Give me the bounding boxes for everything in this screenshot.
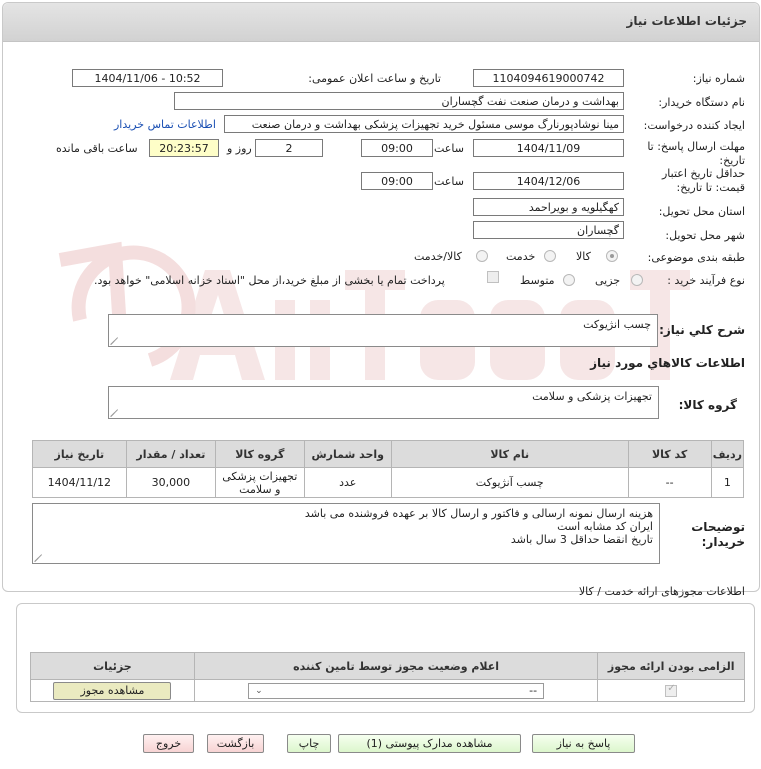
validity-time-field: 09:00 xyxy=(361,172,433,190)
need-number-field: 1104094619000742 xyxy=(473,69,624,87)
category-option-service: خدمت xyxy=(506,250,536,263)
need-number-label: شماره نیاز: xyxy=(692,72,745,85)
reply-deadline-label-2: تاریخ: xyxy=(719,154,745,167)
cell-row: 1 xyxy=(710,467,745,498)
permits-title: اطلاعات مجوزهای ارائه خدمت / کالا xyxy=(578,585,745,598)
buyer-notes-label-1: توضیحات xyxy=(691,520,745,534)
cell-details: مشاهده مجوز xyxy=(30,679,195,702)
process-type-label: نوع فرآیند خرید : xyxy=(667,274,745,287)
province-label: استان محل تحویل: xyxy=(658,205,745,218)
announce-label: تاریخ و ساعت اعلان عمومی: xyxy=(308,72,441,85)
permit-required-checkbox: ✓ xyxy=(665,683,678,697)
panel-header: جزئیات اطلاعات نیاز xyxy=(3,3,759,42)
back-button[interactable]: بازگشت xyxy=(207,734,264,753)
col-goods-code: کد کالا xyxy=(627,440,712,468)
days-count-field: 2 xyxy=(255,139,323,157)
treasury-payment-checkbox[interactable] xyxy=(487,271,499,283)
cell-goods-code: -- xyxy=(627,467,712,498)
reply-time-label: ساعت xyxy=(434,142,464,155)
panel-title: جزئیات اطلاعات نیاز xyxy=(626,14,747,28)
cell-quantity: 30,000 xyxy=(125,467,217,498)
view-permit-button[interactable]: مشاهده مجوز xyxy=(53,681,172,700)
permit-status-value: -- xyxy=(529,683,538,697)
exit-button[interactable]: خروج xyxy=(143,734,194,753)
category-option-goods-service: کالا/خدمت xyxy=(414,250,462,263)
col-quantity: تعداد / مقدار xyxy=(125,440,217,468)
cell-unit: عدد xyxy=(303,467,392,498)
table-row: مشاهده مجوز -- ⌄ ✓ xyxy=(30,679,745,702)
chevron-down-icon: ⌄ xyxy=(255,685,263,696)
validity-date-field: 1404/12/06 xyxy=(473,172,624,190)
reply-deadline-label-1: مهلت ارسال پاسخ: تا xyxy=(647,140,745,153)
col-need-date: تاریخ نیاز xyxy=(32,440,127,468)
col-goods-group: گروه کالا xyxy=(215,440,305,468)
col-permit-status: اعلام وضعیت مجوز توسط تامین کننده xyxy=(193,652,599,680)
items-table: تاریخ نیاز تعداد / مقدار گروه کالا واحد … xyxy=(32,440,745,498)
goods-group-text: تجهیزات پزشکی و سلامت xyxy=(532,390,652,403)
buyer-notes-textarea[interactable]: هزینه ارسال نمونه ارسالی و فاکتور و ارسا… xyxy=(32,503,660,564)
resize-handle-icon[interactable] xyxy=(35,554,43,562)
days-label: روز و xyxy=(227,142,252,155)
process-radio-minor[interactable] xyxy=(631,274,643,286)
category-radio-goods[interactable] xyxy=(606,250,618,262)
validity-label-2: قیمت: تا تاریخ: xyxy=(676,181,745,194)
col-permit-required: الزامی بودن ارائه مجوز xyxy=(597,652,745,680)
resize-handle-icon[interactable] xyxy=(111,409,119,417)
table-row[interactable]: 1404/11/12 30,000 تجهیزات پزشکی و سلامت … xyxy=(32,467,745,498)
remaining-label: ساعت باقی مانده xyxy=(56,142,138,155)
print-button[interactable]: چاپ xyxy=(287,734,331,753)
view-attachments-button[interactable]: مشاهده مدارک پیوستی (1) xyxy=(338,734,521,753)
city-label: شهر محل تحویل: xyxy=(665,229,745,242)
goods-group-textarea[interactable]: تجهیزات پزشکی و سلامت xyxy=(108,386,659,419)
col-unit: واحد شمارش xyxy=(303,440,392,468)
category-option-goods: کالا xyxy=(576,250,591,263)
reply-time-field: 09:00 xyxy=(361,139,433,157)
buyer-note-line: تاریخ انقضا حداقل 3 سال باشد xyxy=(510,533,653,546)
cell-goods-group: تجهیزات پزشکی و سلامت xyxy=(215,467,305,498)
buyer-note-line: ایران کد مشابه است xyxy=(557,520,653,533)
col-row: ردیف xyxy=(710,440,745,468)
buyer-note-line: هزینه ارسال نمونه ارسالی و فاکتور و ارسا… xyxy=(304,507,653,520)
cell-goods-name: چسب آنژیوکت xyxy=(390,467,629,498)
process-option-minor: جزیی xyxy=(595,274,621,287)
buyer-org-field: بهداشت و درمان صنعت نفت گچساران xyxy=(174,92,624,110)
cell-permit-required: ✓ xyxy=(597,679,745,702)
buyer-contact-link[interactable]: اطلاعات تماس خریدار xyxy=(114,118,216,131)
check-icon: ✓ xyxy=(667,683,676,694)
creator-field: مینا نوشادپورنارگ موسی مسئول خرید تجهیزا… xyxy=(224,115,624,133)
col-details: جزئیات xyxy=(30,652,195,680)
goods-info-title: اطلاعات کالاهاي مورد نياز xyxy=(590,356,745,370)
validity-label-1: حداقل تاریخ اعتبار xyxy=(661,167,745,180)
reply-button[interactable]: پاسخ به نیاز xyxy=(532,734,635,753)
permits-table: جزئیات اعلام وضعیت مجوز توسط تامین کننده… xyxy=(30,652,745,702)
category-radio-service[interactable] xyxy=(544,250,556,262)
validity-time-label: ساعت xyxy=(434,175,464,188)
resize-handle-icon[interactable] xyxy=(111,337,119,345)
cell-need-date: 1404/11/12 xyxy=(32,467,127,498)
col-goods-name: نام کالا xyxy=(390,440,629,468)
reply-date-field: 1404/11/09 xyxy=(473,139,624,157)
summary-textarea[interactable]: چسب انژیوکت xyxy=(108,314,658,347)
summary-label: شرح کلي نياز: xyxy=(659,323,745,337)
creator-label: ایجاد کننده درخواست: xyxy=(643,119,745,132)
process-radio-medium[interactable] xyxy=(563,274,575,286)
buyer-org-label: نام دستگاه خریدار: xyxy=(658,96,745,109)
category-label: طبقه بندی موضوعی: xyxy=(647,251,745,264)
summary-text: چسب انژیوکت xyxy=(583,318,651,331)
process-option-medium: متوسط xyxy=(520,274,555,287)
items-table-header: تاریخ نیاز تعداد / مقدار گروه کالا واحد … xyxy=(32,440,745,468)
remaining-time-field: 20:23:57 xyxy=(149,139,219,157)
city-field: گچساران xyxy=(473,221,624,239)
cell-permit-status: -- ⌄ xyxy=(193,679,599,702)
province-field: کهگیلویه و بویراحمد xyxy=(473,198,624,216)
goods-group-label: گروه کالا: xyxy=(678,398,737,412)
category-radio-goods-service[interactable] xyxy=(476,250,488,262)
announce-datetime-field: 1404/11/06 - 10:52 xyxy=(72,69,223,87)
treasury-payment-note: پرداخت تمام یا بخشی از مبلغ خرید،از محل … xyxy=(94,274,445,287)
buyer-notes-label-2: خریدار: xyxy=(701,535,745,549)
permits-table-header: جزئیات اعلام وضعیت مجوز توسط تامین کننده… xyxy=(30,652,745,680)
permit-status-select[interactable]: -- ⌄ xyxy=(248,682,545,699)
